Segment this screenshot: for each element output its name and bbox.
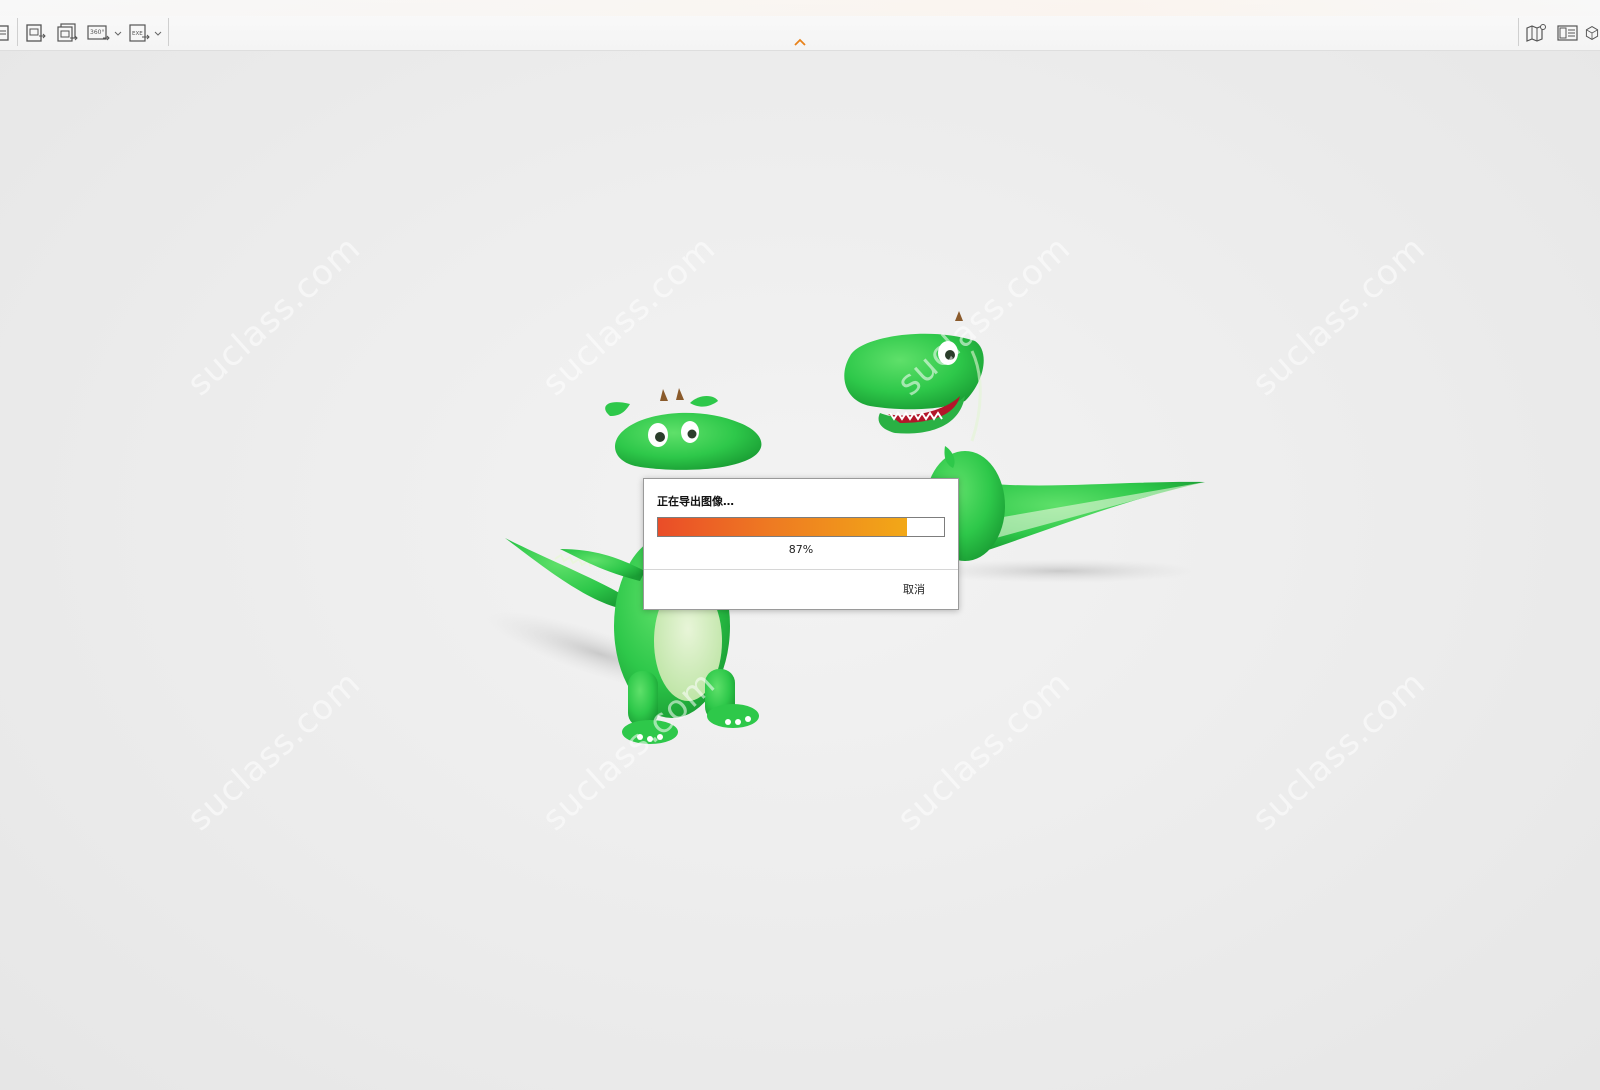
export-images-icon [57, 23, 78, 42]
export-360-button[interactable]: 360° [87, 22, 111, 44]
export-exe-button[interactable]: EXE [128, 22, 152, 44]
map-info-button[interactable] [1524, 22, 1548, 44]
document-icon[interactable] [0, 22, 14, 44]
export-images-button[interactable] [56, 22, 80, 44]
panel-list-icon [1557, 25, 1578, 41]
cube-button[interactable] [1584, 22, 1600, 44]
export-page-icon [26, 24, 46, 42]
progress-bar [657, 517, 945, 537]
export-page-button[interactable] [24, 22, 48, 44]
chevron-down-icon[interactable] [153, 28, 163, 38]
cube-icon [1585, 26, 1599, 40]
panel-list-button[interactable] [1556, 22, 1580, 44]
toolbar-separator [17, 18, 18, 46]
svg-text:360°: 360° [90, 29, 104, 36]
toolbar-top-strip [0, 0, 1600, 16]
export-progress-dialog: 正在导出图像… 87% 取消 [643, 478, 959, 610]
chevron-down-icon[interactable] [113, 28, 123, 38]
progress-percent-label: 87% [788, 543, 814, 556]
toolbar-separator [1518, 18, 1519, 46]
dialog-divider [644, 569, 958, 570]
export-exe-icon: EXE [129, 24, 150, 42]
toolbar-separator [168, 18, 169, 46]
export-360-icon: 360° [87, 25, 110, 41]
map-info-icon [1526, 24, 1546, 42]
toolbar: 360° EXE [0, 0, 1600, 51]
cancel-button[interactable]: 取消 [894, 580, 934, 600]
svg-text:EXE: EXE [132, 31, 143, 37]
dialog-title: 正在导出图像… [657, 495, 734, 508]
progress-bar-fill [658, 518, 907, 536]
chevron-up-icon[interactable] [791, 36, 809, 48]
ground-shadow [920, 559, 1200, 583]
